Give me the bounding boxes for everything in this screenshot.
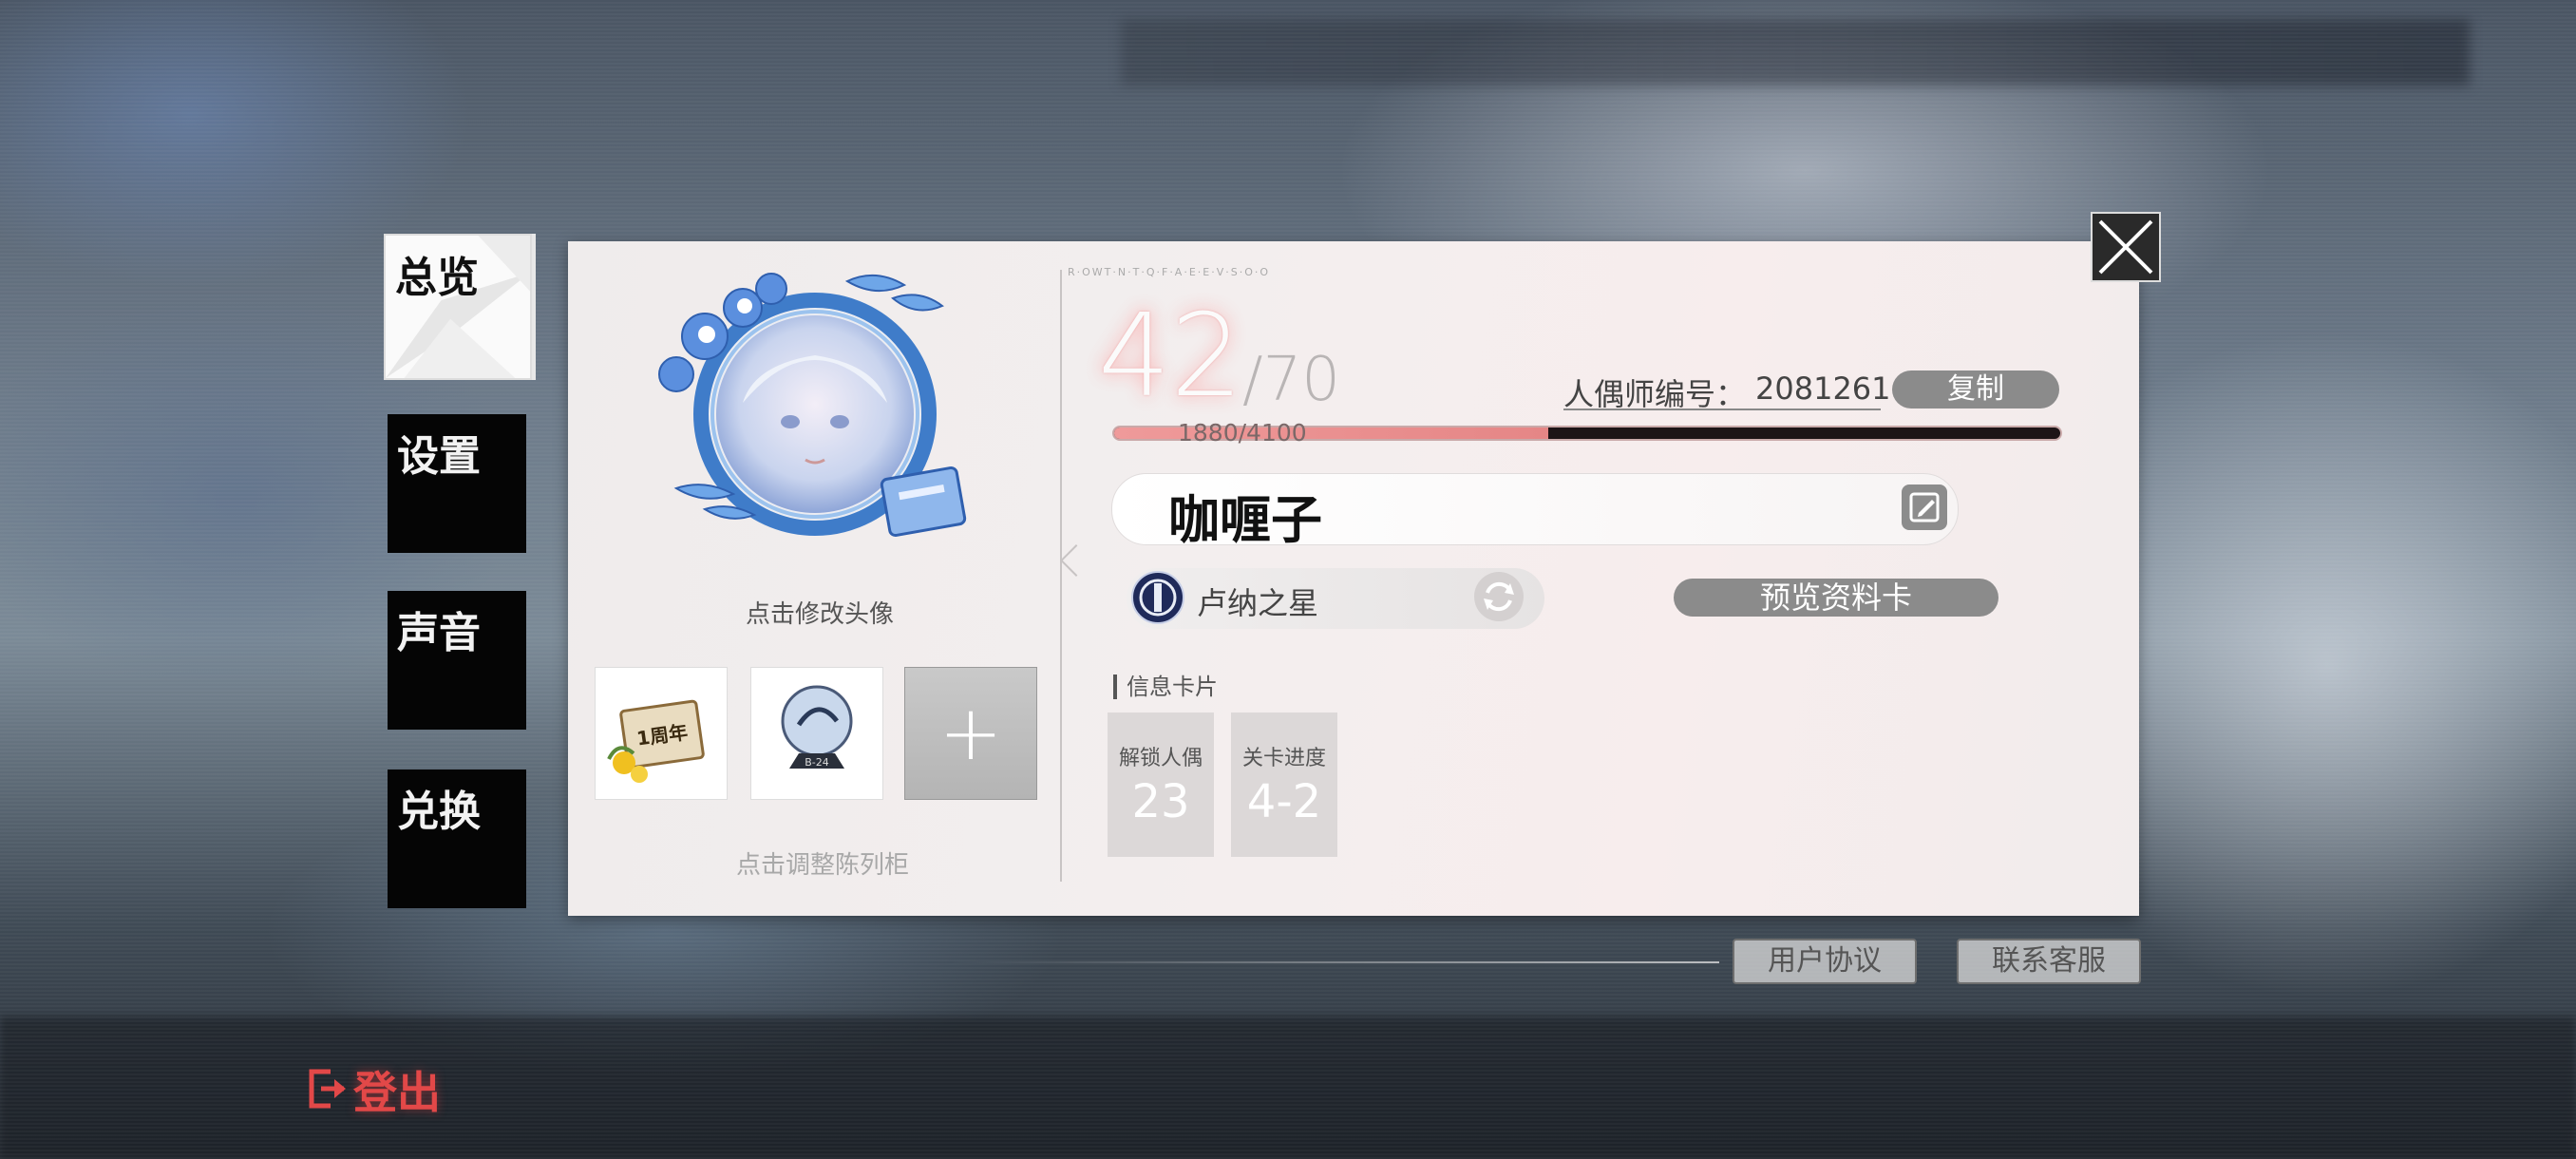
- switch-faction-button[interactable]: [1474, 572, 1524, 621]
- tab-redeem[interactable]: 兑换: [388, 770, 526, 908]
- badge-anniversary[interactable]: 1周年: [595, 667, 728, 800]
- player-name: 咖喱子: [1168, 489, 1322, 550]
- preview-card-button[interactable]: 预览资料卡: [1674, 579, 1998, 617]
- stat-label: 关卡进度: [1241, 747, 1326, 770]
- faction-name: 卢纳之星: [1197, 585, 1319, 621]
- player-level: 42: [1098, 291, 1243, 423]
- serial-code-text: R·OWT·N·T·Q·F·A·E·E·V·S·O·O: [1068, 266, 1271, 278]
- user-agreement-button[interactable]: 用户协议: [1733, 939, 1917, 984]
- player-id-value: 2081261: [1755, 370, 1891, 407]
- badge-crystal-orb[interactable]: B-24: [750, 667, 883, 800]
- info-card-title: 信息卡片: [1113, 674, 1218, 699]
- edit-icon: [1909, 492, 1940, 522]
- logout-label: 登出: [353, 1067, 441, 1118]
- tab-settings-label: 设置: [397, 432, 481, 481]
- logout-icon: [309, 1069, 346, 1109]
- player-level-max: /70: [1242, 345, 1340, 415]
- tab-overview[interactable]: 总览: [384, 234, 532, 380]
- avatar[interactable]: [638, 260, 980, 555]
- player-id-underline: [1563, 408, 1881, 410]
- footer-divider: [950, 961, 1719, 963]
- avatar-frame-icon: [658, 273, 967, 538]
- refresh-icon: [1484, 581, 1514, 612]
- add-badge-button[interactable]: +: [904, 667, 1037, 800]
- stat-label: 解锁人偶: [1118, 747, 1203, 770]
- crystal-orb-badge-icon: B-24: [781, 685, 853, 769]
- plus-icon: +: [938, 689, 1003, 777]
- cabinet-caption[interactable]: 点击调整陈列柜: [699, 846, 946, 881]
- luna-star-emblem-icon: [1130, 570, 1185, 625]
- avatar-caption[interactable]: 点击修改头像: [701, 595, 938, 630]
- tab-sound-label: 声音: [397, 609, 481, 657]
- tab-settings[interactable]: 设置: [388, 414, 526, 553]
- panel-divider: [1060, 270, 1062, 882]
- close-button[interactable]: [2091, 212, 2161, 282]
- tab-sound[interactable]: 声音: [388, 591, 526, 730]
- anniversary-badge-icon: 1周年: [607, 699, 705, 783]
- stat-card-stage-progress[interactable]: 关卡进度 4-2: [1231, 712, 1337, 857]
- edit-name-button[interactable]: [1902, 484, 1947, 530]
- stat-card-unlocked-dolls[interactable]: 解锁人偶 23: [1108, 712, 1214, 857]
- stat-value: 23: [1131, 775, 1190, 828]
- badge-crystal-orb-label: B-24: [805, 756, 829, 769]
- copy-id-button[interactable]: 复制: [1892, 370, 2059, 408]
- stat-value: 4-2: [1246, 775, 1322, 828]
- tab-overview-label: 总览: [395, 254, 479, 302]
- close-icon: [2098, 219, 2153, 275]
- xp-text: 1880/4100: [1178, 419, 1307, 446]
- tab-active-indicator: [532, 234, 536, 380]
- contact-support-button[interactable]: 联系客服: [1957, 939, 2141, 984]
- tab-redeem-label: 兑换: [397, 788, 481, 836]
